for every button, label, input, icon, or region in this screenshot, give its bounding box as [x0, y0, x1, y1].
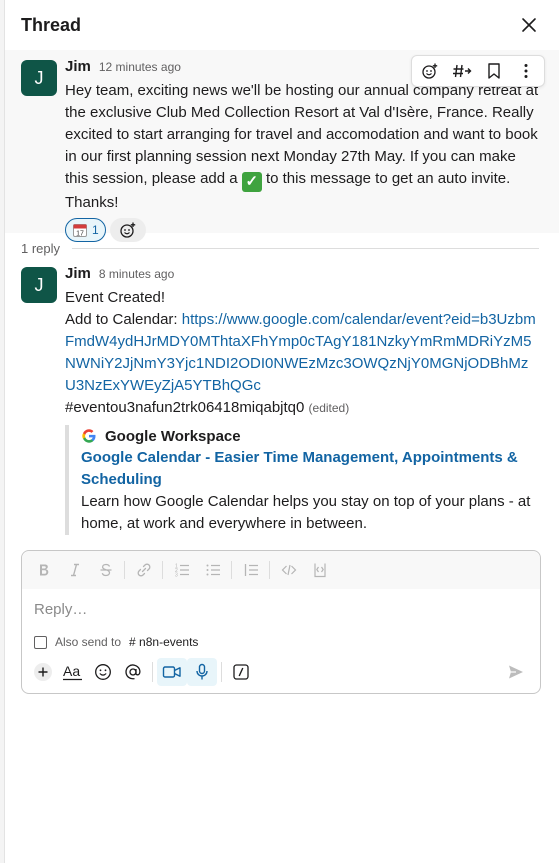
toolbar-divider	[231, 561, 232, 579]
code-icon	[281, 564, 296, 576]
google-logo-icon	[82, 429, 96, 443]
message-text-part: Add to Calendar:	[65, 311, 182, 328]
reply-message[interactable]: J Jim 8 minutes ago Event Created! Add t…	[5, 263, 559, 543]
service-name: Google Workspace	[105, 427, 241, 445]
italic-button[interactable]	[59, 556, 90, 584]
ordered-list-icon: 123	[175, 564, 189, 579]
send-icon	[509, 665, 523, 679]
unfurl-title-link[interactable]: Google Calendar - Easier Time Management…	[81, 447, 539, 491]
toolbar-divider	[269, 561, 270, 579]
reply-input[interactable]: Reply…	[22, 589, 540, 631]
svg-text:17: 17	[76, 231, 84, 238]
reply-in-channel-action[interactable]	[446, 57, 478, 85]
slash-command-icon	[233, 664, 249, 680]
add-reaction-button[interactable]	[109, 218, 146, 242]
reply-count: 1 reply	[21, 240, 61, 256]
mention-icon	[125, 664, 141, 680]
message-text: Hey team, exciting news we'll be hosting…	[65, 80, 539, 214]
message-author[interactable]: Jim	[65, 58, 91, 75]
more-actions[interactable]	[510, 57, 542, 85]
toolbar-divider	[162, 561, 163, 579]
strikethrough-icon	[100, 563, 111, 577]
blockquote-icon	[244, 564, 258, 576]
reaction-count: 1	[92, 223, 99, 237]
close-icon	[522, 18, 536, 32]
code-block-icon	[313, 563, 326, 578]
mention-button[interactable]	[118, 658, 148, 686]
plus-icon	[34, 663, 52, 681]
also-send-label: Also send to	[55, 635, 122, 649]
attach-button[interactable]	[28, 658, 58, 686]
edited-label: (edited)	[308, 401, 350, 415]
message-line: Event Created!	[65, 289, 166, 306]
channel-name[interactable]: # n8n-events	[129, 635, 198, 649]
strikethrough-button[interactable]	[90, 556, 121, 584]
blockquote-button[interactable]	[235, 556, 266, 584]
avatar[interactable]: J	[21, 267, 57, 303]
svg-text:Aa: Aa	[63, 663, 80, 679]
svg-text:3: 3	[175, 573, 178, 579]
toolbar-divider	[221, 662, 222, 682]
bold-icon	[39, 564, 48, 576]
check-mark-icon: ✓	[241, 172, 262, 192]
link-unfurl: Google Workspace Google Calendar - Easie…	[65, 425, 539, 535]
unfurl-service: Google Workspace	[81, 425, 539, 447]
bulleted-list-icon	[206, 564, 220, 576]
link-icon	[137, 563, 150, 577]
calendar-icon: 17	[73, 224, 87, 238]
reply-composer: 123 Reply… Also send to # n8n-events Aa	[21, 550, 541, 694]
also-send-to-channel: Also send to # n8n-events	[22, 631, 540, 653]
toolbar-divider	[152, 662, 153, 682]
message-timestamp[interactable]: 12 minutes ago	[99, 60, 181, 74]
save-action[interactable]	[478, 57, 510, 85]
bold-button[interactable]	[28, 556, 59, 584]
link-button[interactable]	[128, 556, 159, 584]
message-text: Event Created! Add to Calendar: https://…	[65, 287, 539, 419]
reactions: 17 1	[65, 218, 539, 242]
audio-clip-button[interactable]	[187, 658, 217, 686]
message-timestamp[interactable]: 8 minutes ago	[99, 267, 174, 281]
toolbar-divider	[124, 561, 125, 579]
reaction-calendar[interactable]: 17 1	[65, 218, 106, 242]
emoji-icon	[95, 664, 111, 680]
add-reaction-icon	[422, 63, 438, 79]
thread-panel: Thread J Jim 12 minutes ago Hey team, ex…	[4, 0, 559, 863]
unfurl-description: Learn how Google Calendar helps you stay…	[81, 493, 531, 532]
thread-title: Thread	[21, 14, 82, 35]
close-button[interactable]	[515, 11, 543, 39]
parent-message[interactable]: J Jim 12 minutes ago Hey team, exciting …	[5, 50, 559, 242]
event-id: #eventou3nafun2trk06418miqabjtq0	[65, 399, 305, 416]
code-button[interactable]	[273, 556, 304, 584]
add-reaction-action[interactable]	[414, 57, 446, 85]
add-reaction-icon	[120, 222, 135, 238]
bulleted-list-button[interactable]	[197, 556, 228, 584]
microphone-icon	[196, 663, 208, 680]
formatting-toolbar: 123	[22, 551, 540, 589]
ordered-list-button[interactable]: 123	[166, 556, 197, 584]
italic-icon	[70, 563, 79, 577]
message-author[interactable]: Jim	[65, 265, 91, 282]
also-send-checkbox[interactable]	[34, 635, 47, 649]
bookmark-icon	[488, 63, 500, 79]
formatting-toggle[interactable]: Aa	[58, 658, 88, 686]
composer-actions: Aa	[22, 655, 540, 689]
shortcuts-button[interactable]	[226, 658, 256, 686]
more-icon	[524, 64, 528, 78]
send-button[interactable]	[498, 658, 534, 686]
formatting-icon: Aa	[63, 663, 82, 681]
message-actions-toolbar	[411, 55, 545, 87]
thread-header: Thread	[5, 0, 559, 50]
code-block-button[interactable]	[304, 556, 335, 584]
video-icon	[162, 666, 181, 678]
video-clip-button[interactable]	[157, 658, 187, 686]
avatar[interactable]: J	[21, 60, 57, 96]
emoji-button[interactable]	[88, 658, 118, 686]
reply-in-thread-icon	[453, 64, 472, 78]
divider-line	[72, 247, 539, 249]
